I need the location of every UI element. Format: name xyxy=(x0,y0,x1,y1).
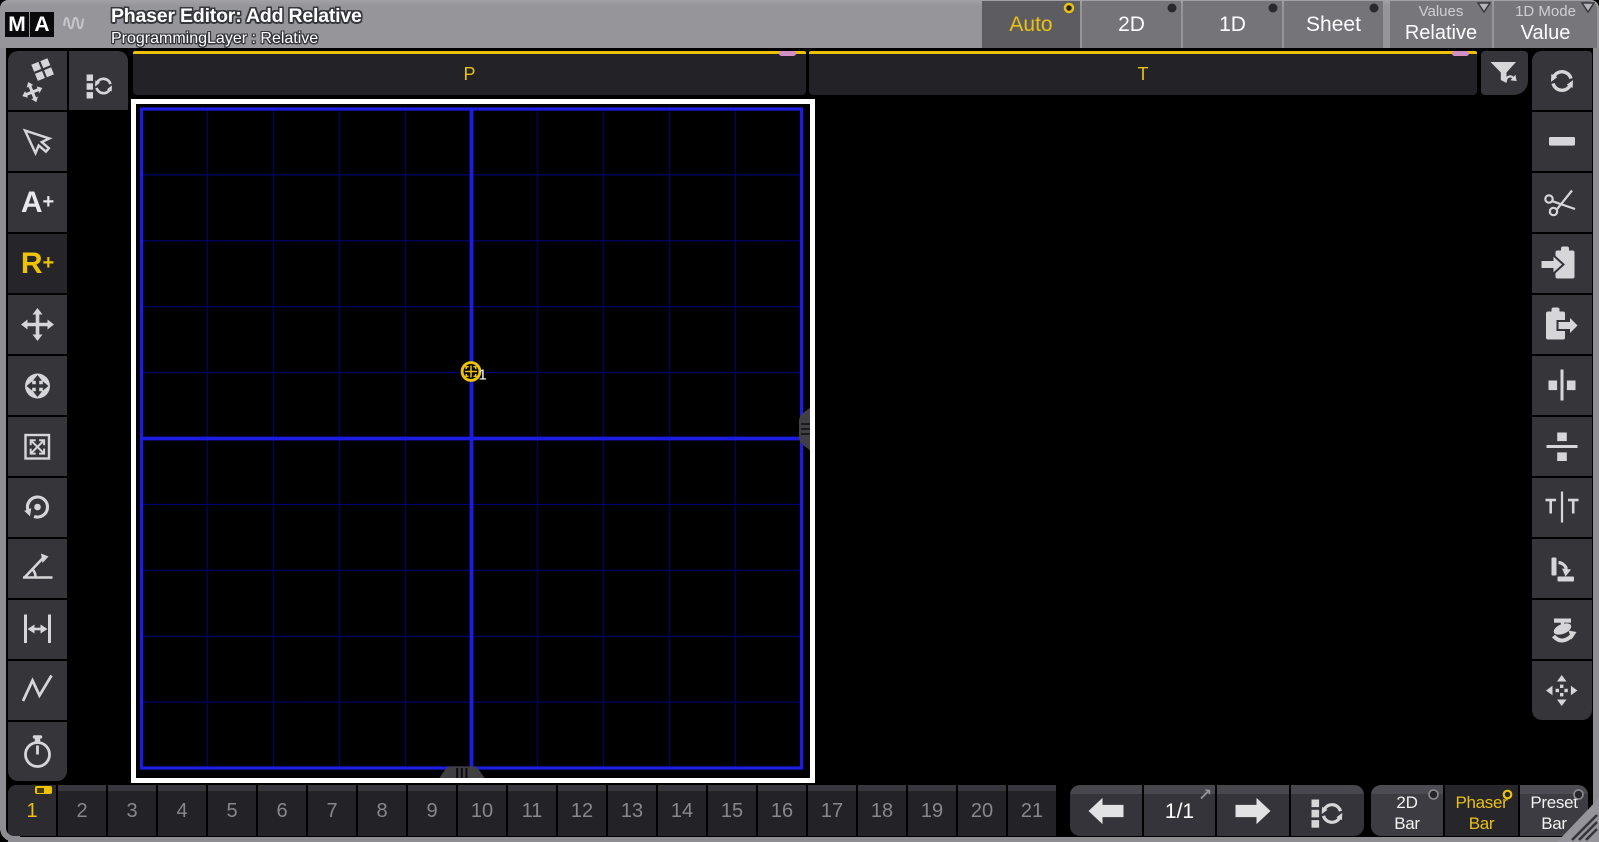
svg-text:1: 1 xyxy=(479,367,487,384)
